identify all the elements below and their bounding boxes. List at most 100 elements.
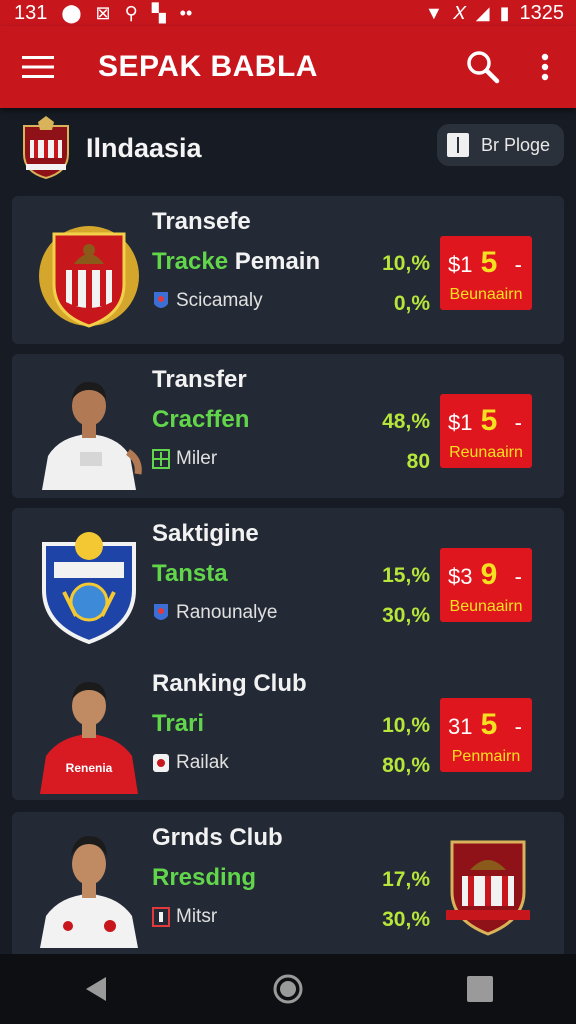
jersey-icon bbox=[153, 754, 169, 772]
list-item[interactable]: Grnds Club Rresding Mitsr 17,% 30,% bbox=[12, 812, 564, 962]
status-clock: 1325 bbox=[519, 1, 565, 24]
price-dash: - bbox=[514, 714, 522, 739]
app-title: SEPAK BABLA bbox=[98, 50, 318, 83]
row-subtitle-green: Cracffen bbox=[152, 406, 250, 433]
list-item[interactable]: Transefe Tracke Pemain Scicamaly 10,% 0,… bbox=[12, 196, 564, 346]
league-crest-icon bbox=[23, 116, 69, 180]
price-dash: - bbox=[514, 564, 522, 589]
row-subtitle-green: Tansta bbox=[152, 560, 228, 587]
row-meta: Ranounalye bbox=[152, 602, 277, 624]
back-triangle-icon bbox=[86, 977, 106, 1001]
row-subtitle: Rresding bbox=[152, 864, 256, 892]
search-icon bbox=[467, 51, 500, 84]
price-currency: $3 bbox=[448, 564, 473, 589]
page-icon bbox=[446, 133, 469, 157]
row-subtitle-green: Rresding bbox=[152, 864, 257, 891]
price-dash: - bbox=[514, 410, 522, 435]
player-photo-icon: Renenia bbox=[40, 682, 138, 794]
player-badge-icon bbox=[154, 604, 168, 620]
overflow-menu-button[interactable] bbox=[514, 26, 576, 108]
page-button-label: Br Ploge bbox=[480, 134, 550, 155]
list-item[interactable]: Saktigine Tansta Ranounalye 15,% 30,% $3… bbox=[12, 508, 564, 658]
price-value: $1 5 bbox=[448, 404, 497, 438]
transfer-card-4: Grnds Club Rresding Mitsr 17,% 30,% bbox=[12, 812, 564, 962]
page-button[interactable]: Br Ploge bbox=[436, 124, 564, 166]
vibrate-icon: 𝑋 bbox=[452, 3, 466, 23]
stat-secondary: 0,% bbox=[393, 292, 430, 315]
stat-primary: 10,% bbox=[382, 714, 430, 737]
row-title: Saktigine bbox=[152, 520, 259, 547]
row-meta-text: Ranounalye bbox=[176, 602, 278, 623]
wifi-icon: ▼ bbox=[424, 3, 443, 23]
hamburger-menu-icon bbox=[22, 56, 54, 78]
more-vert-icon bbox=[541, 53, 549, 81]
row-subtitle: Tracke Pemain bbox=[152, 248, 320, 276]
jersey-text: Renenia bbox=[66, 761, 113, 775]
row-title: Transefe bbox=[152, 208, 251, 235]
row-subtitle-green: Tracke bbox=[152, 248, 229, 275]
price-dash: - bbox=[514, 252, 522, 277]
price-label: Beunaairn bbox=[449, 286, 523, 303]
stat-primary: 48,% bbox=[382, 410, 430, 433]
row-subtitle-green: Trari bbox=[152, 710, 205, 737]
price-label: Reunaairn bbox=[449, 444, 523, 461]
home-button[interactable] bbox=[248, 954, 328, 1024]
section-header: Ilndaasia Br Ploge bbox=[0, 108, 576, 188]
goal-icon bbox=[152, 907, 170, 927]
search-button[interactable] bbox=[452, 26, 514, 108]
close-box-notification-icon: ⊠ bbox=[95, 3, 111, 23]
player-photo-icon bbox=[40, 836, 138, 948]
system-nav-bar bbox=[0, 954, 576, 1024]
stat-primary: 15,% bbox=[382, 564, 430, 587]
row-title: Grnds Club bbox=[152, 824, 283, 851]
row-meta-text: Mitsr bbox=[176, 906, 218, 927]
price-value: $1 5 bbox=[448, 246, 497, 280]
price-badge-button[interactable]: $3 9 - Beunaairn bbox=[440, 548, 532, 622]
price-badge-button[interactable]: $1 5 - Beunaairn bbox=[440, 236, 532, 310]
price-number: 5 bbox=[480, 708, 498, 741]
app-bar: SEPAK BABLA bbox=[0, 26, 576, 108]
recents-square-icon bbox=[467, 976, 493, 1002]
menu-button[interactable] bbox=[0, 26, 76, 108]
status-bar: 131 ⬤ ⊠ ⚲ ▚ •• ▼ 𝑋 ◢ ▮ 1325 bbox=[0, 0, 576, 26]
more-notifications-icon: •• bbox=[179, 3, 193, 23]
price-value: 31 5 bbox=[448, 708, 497, 742]
stat-primary: 10,% bbox=[382, 252, 430, 275]
row-meta-text: Scicamaly bbox=[176, 290, 263, 311]
row-meta: Miler bbox=[152, 448, 217, 470]
player-badge-icon bbox=[154, 292, 168, 308]
club-crest-icon bbox=[42, 532, 136, 644]
transfer-card-3: Saktigine Tansta Ranounalye 15,% 30,% $3… bbox=[12, 508, 564, 800]
section-title: Ilndaasia bbox=[86, 132, 202, 163]
field-icon bbox=[152, 449, 170, 469]
signal-icon: ◢ bbox=[475, 3, 490, 23]
price-badge-button[interactable]: 31 5 - Penmairn bbox=[440, 698, 532, 772]
price-number: 5 bbox=[480, 246, 498, 279]
club-crest-icon bbox=[39, 226, 139, 328]
row-meta-text: Miler bbox=[176, 448, 218, 469]
row-subtitle-white: Pemain bbox=[228, 248, 321, 275]
transfer-card-2: Transfer Cracffen Miler 48,% 80 $1 5 - R… bbox=[12, 354, 564, 498]
back-button[interactable] bbox=[56, 954, 136, 1024]
battery-icon: ▮ bbox=[499, 3, 510, 23]
row-title: Transfer bbox=[152, 366, 247, 393]
row-subtitle: Tansta bbox=[152, 560, 228, 588]
price-label: Beunaairn bbox=[449, 598, 523, 615]
recents-button[interactable] bbox=[440, 954, 520, 1024]
price-currency: 31 bbox=[448, 714, 473, 739]
circle-notification-icon: ⬤ bbox=[61, 3, 82, 23]
document-notification-icon: ▚ bbox=[151, 3, 166, 23]
price-label: Penmairn bbox=[451, 748, 521, 765]
stat-secondary: 30,% bbox=[382, 604, 430, 627]
price-number: 5 bbox=[480, 404, 498, 437]
stat-secondary: 30,% bbox=[382, 908, 430, 931]
price-badge-button[interactable]: $1 5 - Reunaairn bbox=[440, 394, 532, 468]
player-photo-icon bbox=[42, 382, 142, 490]
row-title: Ranking Club bbox=[152, 670, 307, 697]
stat-secondary: 80 bbox=[406, 450, 430, 473]
list-item[interactable]: Transfer Cracffen Miler 48,% 80 $1 5 - R… bbox=[12, 354, 564, 504]
row-meta: Scicamaly bbox=[152, 290, 263, 312]
home-circle-icon bbox=[273, 974, 303, 1004]
price-currency: $1 bbox=[448, 252, 473, 277]
list-item[interactable]: Renenia Ranking Club Trari Railak 10,% 8… bbox=[12, 658, 564, 808]
